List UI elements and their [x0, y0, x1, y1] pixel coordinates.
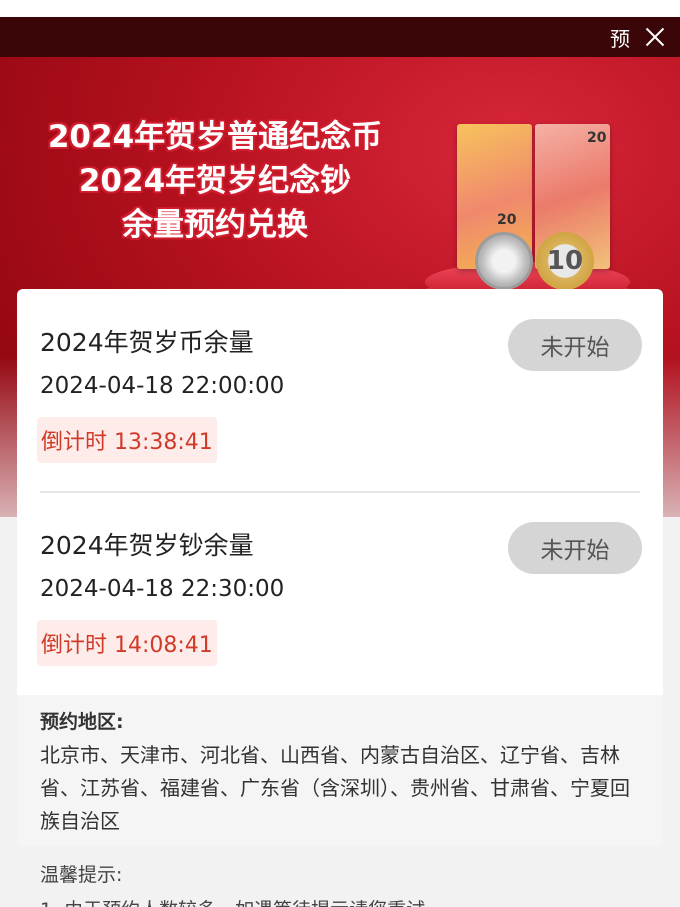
- region-list: 北京市、天津市、河北省、山西省、内蒙古自治区、辽宁省、吉林省、江苏省、福建省、广…: [40, 743, 630, 833]
- title-bar: 预: [0, 17, 680, 57]
- item-title: 2024年贺岁钞余量: [40, 531, 254, 560]
- item-title: 2024年贺岁币余量: [40, 328, 254, 357]
- banner-title-line-2: 2024年贺岁纪念钞: [78, 163, 352, 199]
- status-strip: [0, 0, 680, 17]
- countdown-badge: 倒计时 13:38:41: [37, 417, 217, 463]
- countdown-text: 倒计时 13:38:41: [41, 430, 213, 455]
- reservation-item-banknote: 2024年贺岁钞余量 2024-04-18 22:30:00 倒计时 14:08…: [17, 492, 663, 695]
- not-started-button[interactable]: 未开始: [508, 522, 642, 574]
- tips-line: 1. 由于预约人数较多，如遇等待提示请您重试: [40, 897, 660, 907]
- note-value-label: 20: [587, 130, 607, 146]
- status-button-label: 未开始: [540, 335, 610, 361]
- region-label: 预约地区:: [40, 711, 124, 733]
- not-started-button[interactable]: 未开始: [508, 319, 642, 371]
- item-start-time: 2024-04-18 22:00:00: [40, 373, 285, 399]
- banner-title-line-1: 2024年贺岁普通纪念币: [47, 119, 383, 155]
- banner-title: 2024年贺岁普通纪念币 2024年贺岁纪念钞 余量预约兑换: [40, 115, 390, 247]
- coin-ten-image: 10: [536, 232, 594, 290]
- countdown-badge: 倒计时 14:08:41: [37, 620, 217, 666]
- banner-title-line-3: 余量预约兑换: [122, 207, 308, 243]
- tips-section: 温馨提示: 1. 由于预约人数较多，如遇等待提示请您重试: [40, 862, 660, 907]
- region-section: 预约地区: 北京市、天津市、河北省、山西省、内蒙古自治区、辽宁省、吉林省、江苏省…: [17, 695, 663, 846]
- coin-dragon-image: [475, 232, 533, 290]
- reservation-card: 2024年贺岁币余量 2024-04-18 22:00:00 倒计时 13:38…: [17, 289, 663, 846]
- close-icon[interactable]: [644, 26, 666, 48]
- item-start-time: 2024-04-18 22:30:00: [40, 576, 285, 602]
- reservation-item-coin: 2024年贺岁币余量 2024-04-18 22:00:00 倒计时 13:38…: [17, 289, 663, 493]
- tips-label: 温馨提示:: [40, 864, 123, 886]
- countdown-text: 倒计时 14:08:41: [41, 633, 213, 658]
- status-button-label: 未开始: [540, 538, 610, 564]
- note-value-label: 20: [497, 212, 517, 228]
- coin-value-label: 10: [546, 246, 584, 276]
- window-title: 预: [610, 26, 630, 51]
